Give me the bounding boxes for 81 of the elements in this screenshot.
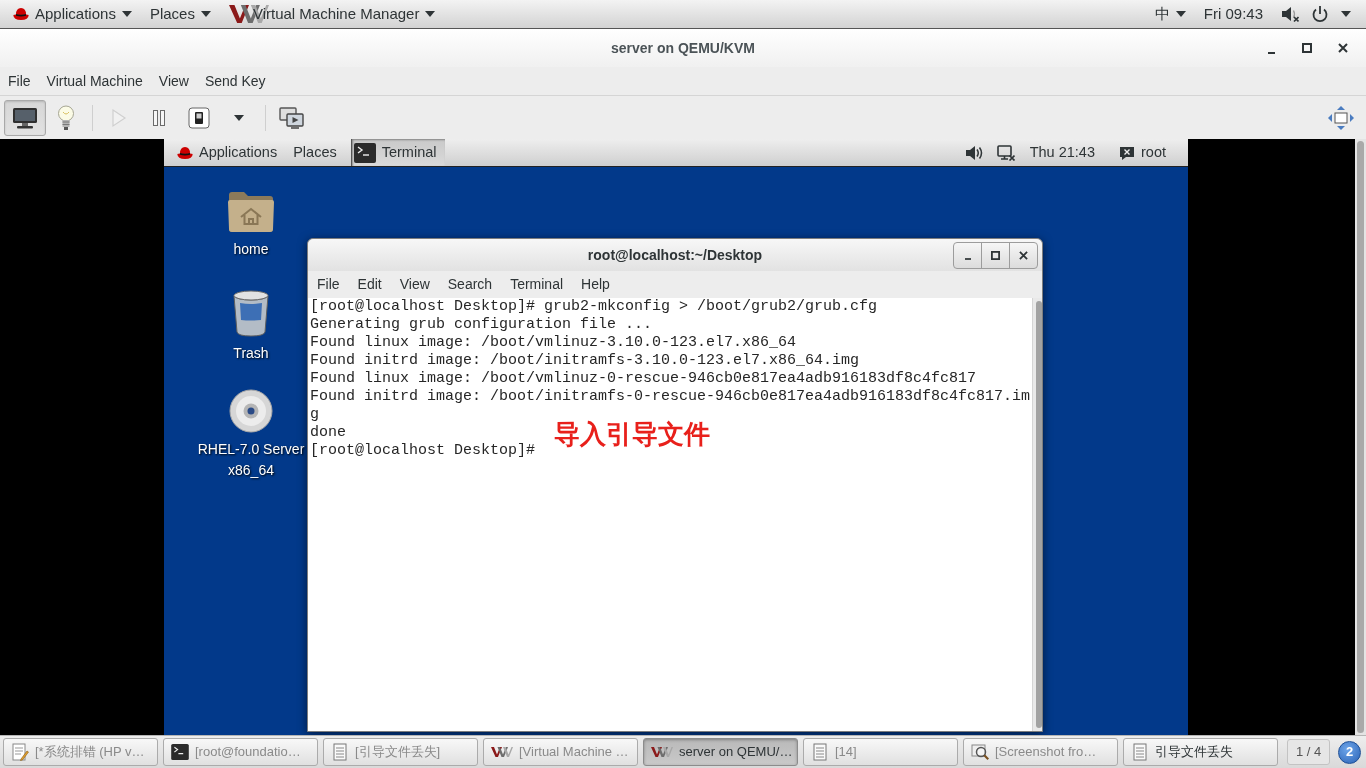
clock-button[interactable]: Fri 09:43: [1194, 0, 1272, 28]
window-title: server on QEMU/KVM: [611, 38, 755, 58]
network-icon[interactable]: [996, 144, 1015, 161]
menu-item[interactable]: Search: [438, 271, 502, 298]
menu-item[interactable]: View: [390, 271, 439, 298]
caret-icon: [425, 11, 436, 17]
terminal-line: g: [310, 406, 319, 424]
menu-item[interactable]: Edit: [348, 271, 391, 298]
console-button[interactable]: [4, 99, 46, 136]
clock-button[interactable]: Thu 21:43: [1021, 139, 1103, 166]
desktop-icon-label[interactable]: home: [233, 239, 269, 260]
speaker-icon[interactable]: [964, 143, 983, 162]
terminal-icon: [353, 142, 376, 163]
menu-item[interactable]: Send Key: [196, 67, 274, 95]
monitors-icon: [279, 106, 305, 129]
caret-icon: [1341, 11, 1351, 17]
caret-icon: [234, 114, 244, 121]
workspace-indicator[interactable]: 1 / 4: [1287, 739, 1331, 765]
panel-menu-button[interactable]: Virtual Machine Manager: [219, 0, 445, 28]
terminal-line: Generating grub configuration file ...: [310, 316, 653, 334]
panel-menu-button[interactable]: Places: [140, 0, 220, 28]
terminal-icon: [171, 744, 189, 760]
chat-bubble-icon: [1119, 144, 1135, 161]
minimize-icon: [964, 257, 971, 260]
resize-arrows-icon: [1327, 104, 1355, 131]
caret-icon: [121, 11, 132, 17]
disc-icon[interactable]: [229, 389, 273, 433]
lightbulb-icon: [57, 104, 75, 131]
taskbar-button[interactable]: Terminal: [350, 139, 445, 166]
close-icon: [1019, 250, 1028, 260]
home-folder-icon[interactable]: [227, 189, 275, 233]
menu-item[interactable]: Terminal: [501, 271, 573, 298]
hat-icon: [177, 145, 193, 160]
minimize-icon: [1267, 51, 1275, 54]
close-icon: [1338, 43, 1348, 53]
panel-menu-button[interactable]: Places: [285, 139, 345, 166]
speaker-icon[interactable]: [1281, 5, 1299, 23]
maximize-icon: [1302, 43, 1312, 53]
chevron-logo-icon: [491, 746, 513, 758]
document-icon: [1131, 743, 1149, 761]
terminal-line: Found initrd image: /boot/initramfs-3.10.0-123.el7.x86_64.img: [310, 352, 860, 370]
power-icon: [1311, 5, 1329, 23]
panel-menu-button[interactable]: Applications: [169, 139, 286, 166]
chevron-logo-icon: [651, 746, 673, 758]
maximize-button[interactable]: [981, 241, 1010, 269]
scrollbar-track[interactable]: [1032, 298, 1042, 731]
magnifier-icon: [971, 743, 989, 761]
desktop-icon-label[interactable]: Trash: [233, 343, 269, 364]
terminal-line: [root@localhost Desktop]# grub2-mkconfig > /boot/grub2/grub.cfg: [310, 298, 878, 316]
hat-icon: [13, 7, 29, 21]
menu-item[interactable]: Help: [572, 271, 619, 298]
maximize-icon: [991, 250, 1000, 260]
desktop-icon-label[interactable]: RHEL-7.0 Server x86_64: [196, 439, 306, 481]
monitor-icon: [12, 106, 38, 129]
document-icon: [811, 743, 829, 761]
terminal-line: Found linux image: /boot/vmlinuz-3.10.0-123.el7.x86_64: [310, 334, 797, 352]
menu-item[interactable]: File: [308, 271, 349, 298]
terminal-line: done: [310, 424, 346, 442]
trash-bin-icon[interactable]: [231, 289, 271, 337]
user-menu-button[interactable]: root: [1111, 139, 1174, 166]
annotation-text: 导入引导文件: [554, 418, 710, 450]
play-icon: [111, 107, 127, 128]
notepad-icon: [11, 743, 29, 761]
window-title: root@localhost:~/Desktop: [587, 245, 763, 265]
menu-item[interactable]: File: [0, 67, 39, 95]
terminal-line: [root@localhost Desktop]#: [310, 442, 536, 460]
document-icon: [331, 743, 349, 761]
caret-icon: [200, 11, 211, 17]
pause-icon: [152, 108, 166, 127]
caret-icon: [1175, 11, 1186, 17]
close-button[interactable]: [1009, 241, 1038, 269]
input-method-button[interactable]: 中: [1145, 0, 1195, 28]
taskbar-button[interactable]: 引导文件丢失: [1123, 738, 1278, 766]
scrollbar-thumb[interactable]: [1036, 301, 1042, 728]
menu-item[interactable]: View: [150, 67, 197, 95]
taskbar-button[interactable]: server on QEMU/…: [643, 738, 798, 766]
switch-icon: [188, 106, 210, 129]
menu-item[interactable]: Virtual Machine: [38, 67, 151, 95]
terminal-line: Found initrd image: /boot/initramfs-0-rescue-946cb0e817ea4adb916183df8c4fc817.im: [310, 388, 1031, 406]
panel-menu-button[interactable]: Applications: [4, 0, 141, 28]
terminal-line: Found linux image: /boot/vmlinuz-0-rescue-946cb0e817ea4adb916183df8c4fc817: [310, 370, 977, 388]
